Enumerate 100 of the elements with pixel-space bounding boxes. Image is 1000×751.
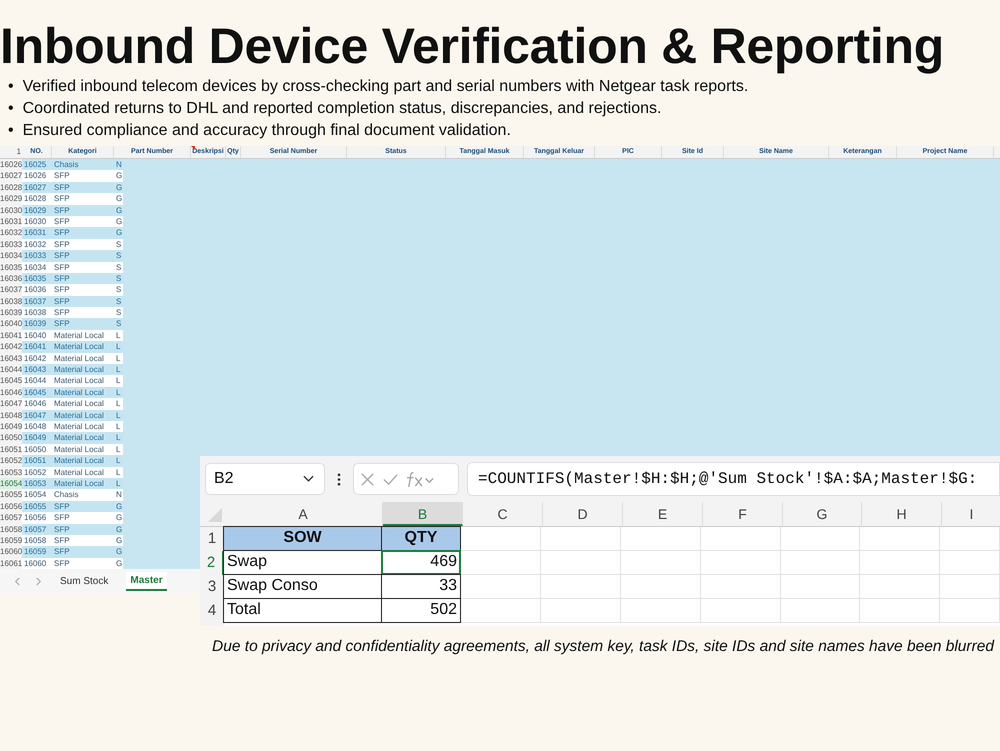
row-header[interactable]: 2 [200, 551, 224, 575]
column-header[interactable]: G [783, 502, 862, 526]
table-cell: Material Local [52, 341, 114, 353]
table-cell: S [114, 307, 123, 318]
row-header[interactable]: 16027 [0, 170, 22, 182]
more-options-icon[interactable] [337, 472, 341, 486]
column-header[interactable]: D [543, 502, 623, 526]
table-cell: Material Local [52, 432, 114, 444]
table-cell: G [114, 227, 123, 239]
enter-icon[interactable] [383, 472, 398, 486]
sheet-tab[interactable]: Master [126, 572, 167, 590]
next-sheet-icon[interactable] [35, 576, 42, 586]
row-header[interactable]: 16047 [0, 398, 22, 410]
cancel-icon[interactable] [360, 472, 375, 486]
table-cell: 33 [381, 574, 461, 599]
column-header[interactable]: I [942, 502, 1000, 526]
table-cell: 16043 [22, 364, 52, 376]
row-header[interactable]: 16051 [0, 444, 22, 456]
table-cell: 16037 [22, 296, 52, 308]
table-cell: G [114, 182, 123, 194]
row-header[interactable]: 16043 [0, 352, 22, 364]
row-header[interactable]: 16035 [0, 262, 22, 273]
row-header[interactable]: 16026 [0, 159, 22, 170]
bullet-point: Ensured compliance and accuracy through final document validation. [22, 121, 511, 141]
name-box[interactable]: B2 [205, 463, 325, 495]
table-cell: Material Local [52, 410, 114, 421]
formula-field[interactable]: =COUNTIFS(Master!$H:$H;@'Sum Stock'!$A:$A;Master!$G: [467, 462, 1000, 496]
row-header[interactable]: 16061 [0, 558, 22, 570]
table-cell: 16052 [22, 466, 52, 478]
insert-function-icon[interactable] [406, 470, 434, 488]
column-header[interactable]: C [463, 502, 543, 526]
bullet-marker: • [8, 121, 14, 141]
table-cell: 16030 [22, 216, 52, 228]
table-cell: 16034 [22, 262, 52, 273]
table-cell: 16025 [22, 159, 52, 170]
table-cell: Material Local [52, 352, 114, 364]
table-cell: L [114, 420, 123, 432]
row-header[interactable]: 16058 [0, 524, 22, 535]
column-header[interactable]: H [862, 502, 942, 526]
row-header[interactable]: 16029 [0, 193, 22, 205]
empty-cell [940, 551, 1000, 575]
row-header[interactable]: 16046 [0, 386, 22, 398]
table-cell: 16042 [22, 352, 52, 364]
row-header[interactable]: 16041 [0, 330, 22, 342]
previous-sheet-icon[interactable] [14, 576, 21, 586]
table-cell: G [114, 216, 123, 228]
table-cell: 16059 [22, 546, 52, 558]
row-header[interactable]: 16038 [0, 296, 22, 308]
row-header[interactable]: 16053 [0, 466, 22, 478]
row-header[interactable]: 16044 [0, 364, 22, 376]
table-cell: SFP [52, 318, 114, 330]
row-header[interactable]: 16056 [0, 500, 22, 512]
row-header[interactable]: 1 [200, 527, 224, 551]
row-header[interactable]: 16052 [0, 455, 22, 467]
row-header[interactable]: 16034 [0, 250, 22, 262]
table-cell: S [114, 272, 123, 284]
row-header[interactable]: 16040 [0, 318, 22, 330]
table-cell: 502 [381, 598, 461, 623]
row-header[interactable]: 3 [200, 575, 224, 599]
column-header[interactable]: F [703, 502, 783, 526]
column-header[interactable]: B [383, 502, 463, 526]
table-cell: Material Local [52, 364, 114, 376]
table-cell: Material Local [52, 330, 114, 342]
row-header[interactable]: 16030 [0, 204, 22, 216]
row-header[interactable]: 16060 [0, 546, 22, 558]
row-header[interactable]: 16032 [0, 227, 22, 239]
row-header[interactable]: 16036 [0, 272, 22, 284]
table-cell: SOW [223, 526, 382, 551]
table-cell: SFP [52, 227, 114, 239]
row-header[interactable]: 16048 [0, 410, 22, 421]
row-header[interactable]: 16042 [0, 341, 22, 353]
row-header[interactable]: 16050 [0, 432, 22, 444]
row-header[interactable]: 16028 [0, 182, 22, 194]
table-cell: SFP [52, 262, 114, 273]
table-cell: SFP [52, 546, 114, 558]
comment-marker-icon [191, 146, 195, 150]
row-header[interactable]: 16039 [0, 307, 22, 318]
table-cell: G [114, 546, 123, 558]
row-header[interactable]: 16049 [0, 420, 22, 432]
privacy-note: Due to privacy and confidentiality agreements, all system key, task IDs, site IDs and site names have been blurred [211, 638, 996, 656]
table-cell: 16031 [22, 227, 52, 239]
row-header[interactable]: 16054 [0, 478, 22, 490]
row-header[interactable]: 16059 [0, 534, 22, 546]
sheet-tab[interactable]: Sum Stock [56, 572, 112, 590]
row-header[interactable]: 16031 [0, 216, 22, 228]
row-header[interactable]: 16057 [0, 512, 22, 524]
table-cell: G [114, 204, 123, 216]
column-header[interactable]: E [623, 502, 703, 526]
table-cell: SFP [52, 307, 114, 318]
row-header[interactable]: 16055 [0, 489, 22, 501]
row-header[interactable]: 16045 [0, 375, 22, 387]
table-cell: L [114, 478, 123, 490]
table-cell: L [114, 432, 123, 444]
table-cell: SFP [52, 182, 114, 194]
row-header[interactable]: 16033 [0, 238, 22, 250]
row-header[interactable]: 16037 [0, 284, 22, 296]
table-cell: G [114, 512, 123, 524]
row-header[interactable]: 4 [200, 599, 224, 623]
table-cell: 16033 [22, 250, 52, 262]
table-cell: G [114, 500, 123, 512]
